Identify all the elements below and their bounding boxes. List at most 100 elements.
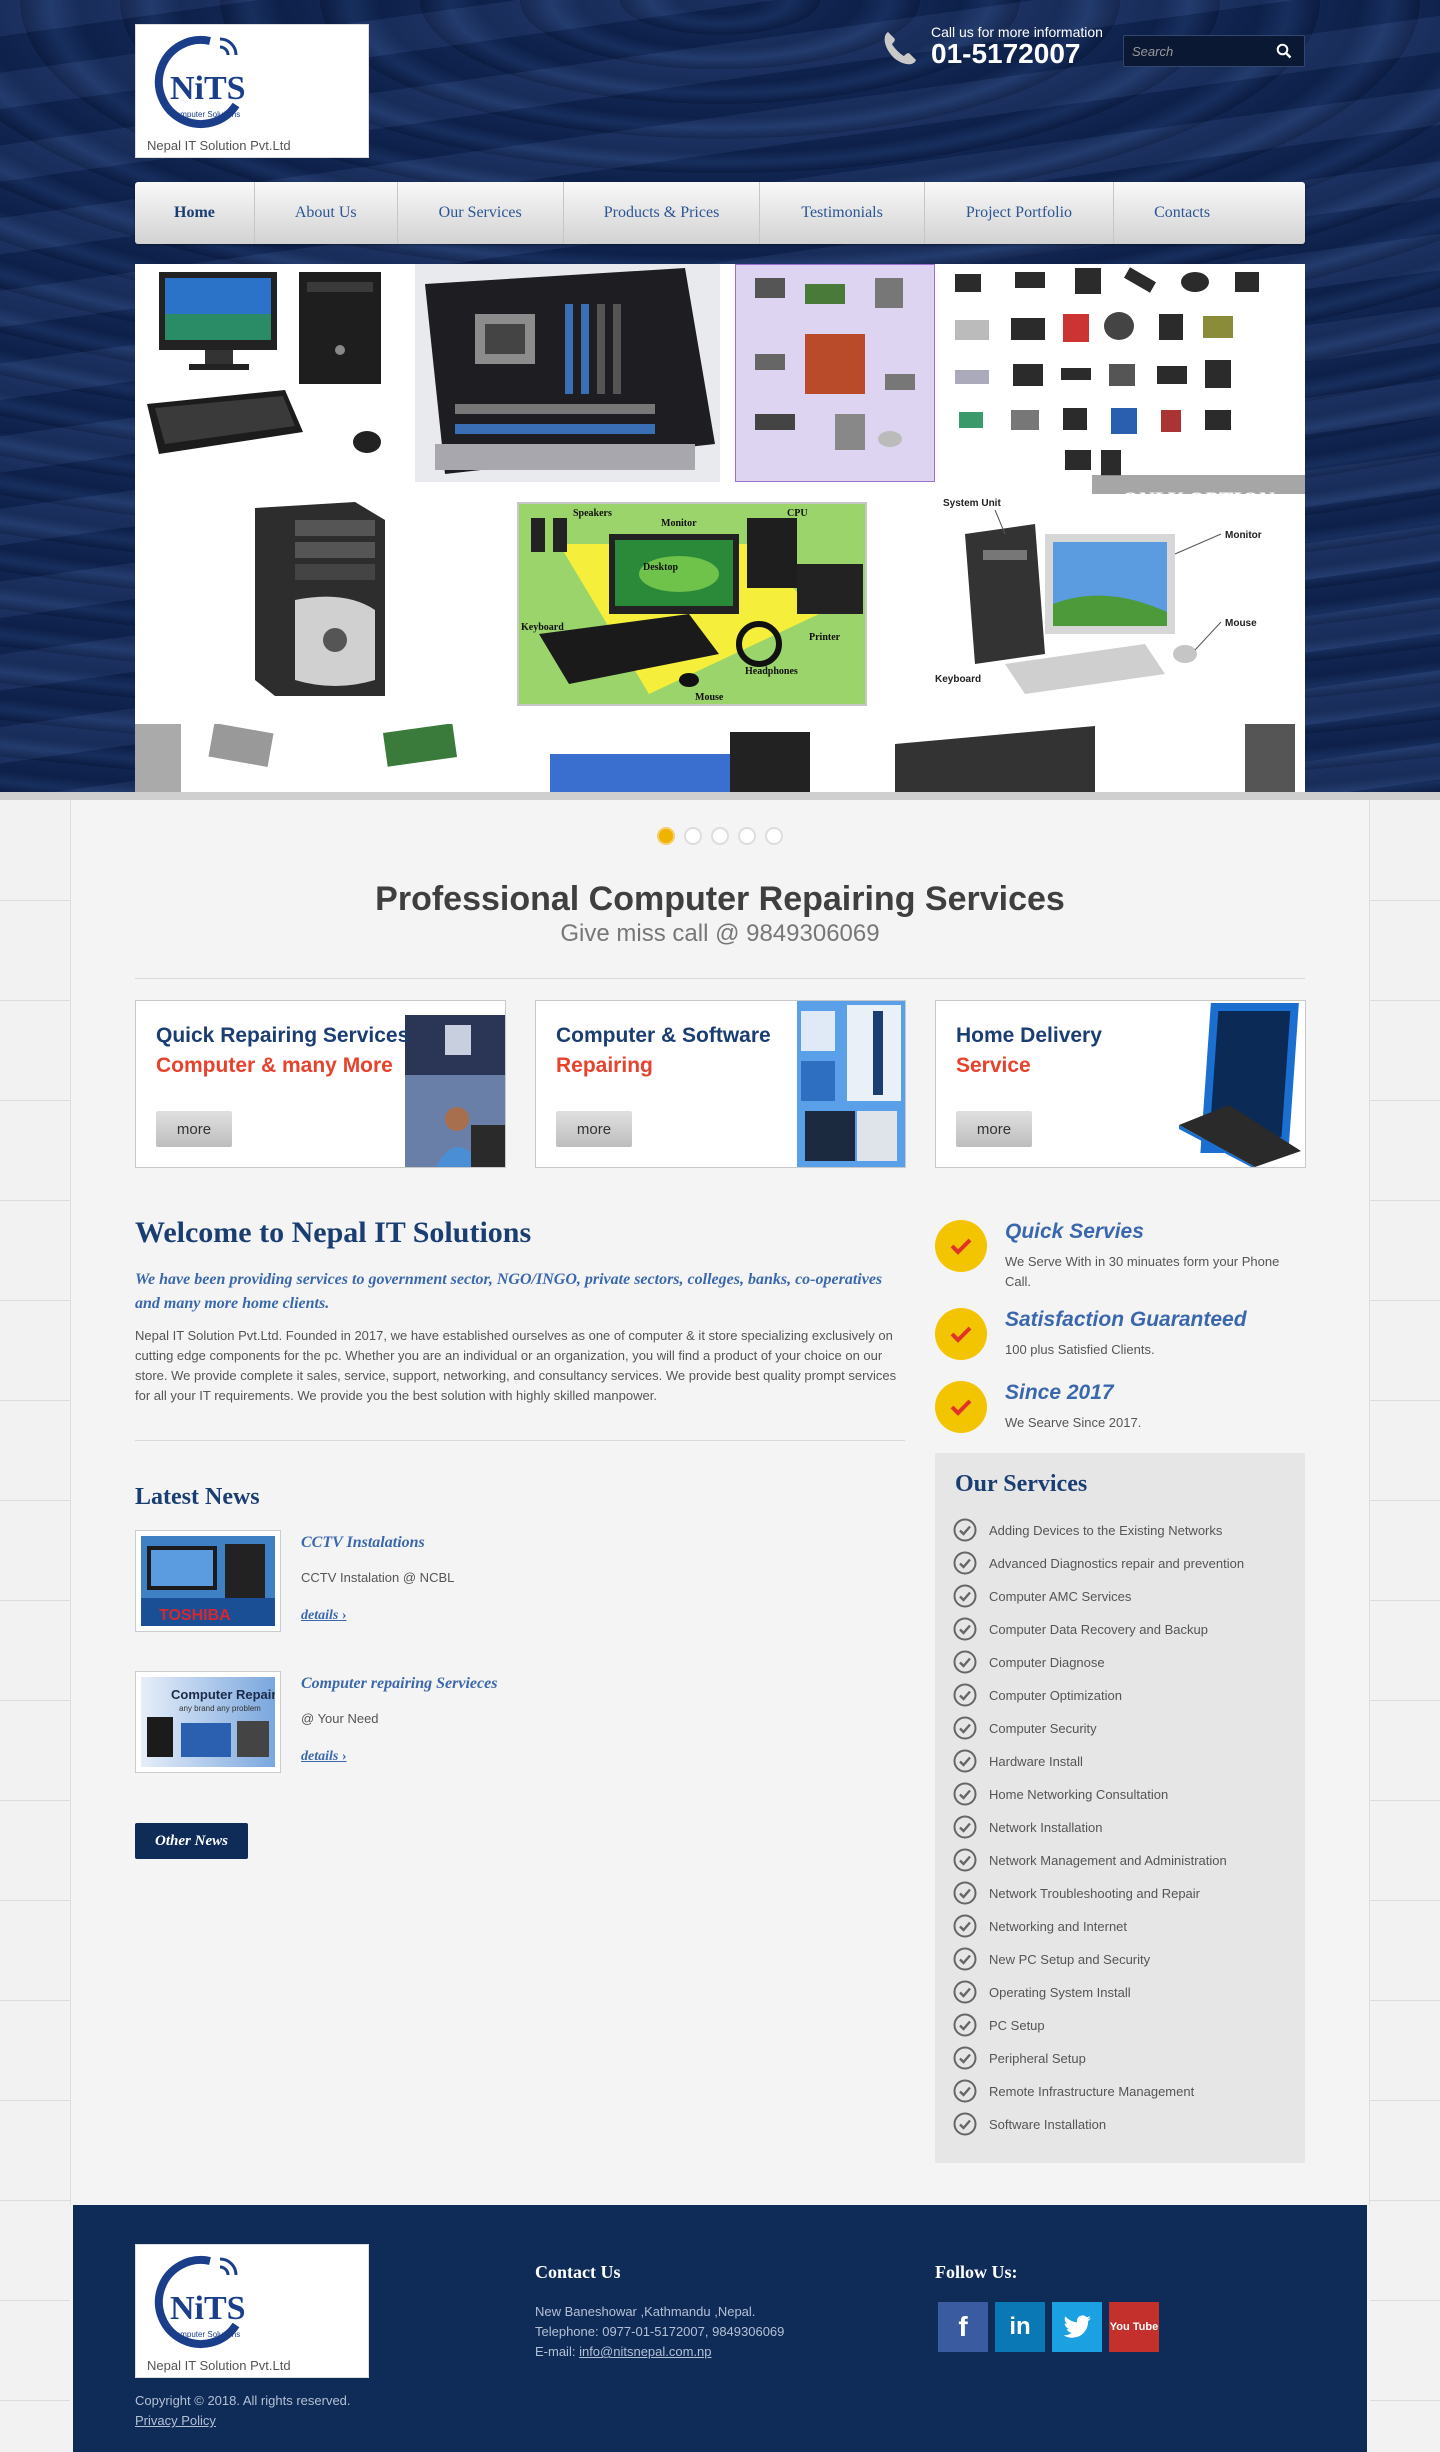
service-label: Networking and Internet	[989, 1918, 1128, 1934]
feature-subtitle: Repairing	[556, 1054, 653, 1077]
news-headline[interactable]: CCTV Instalations	[301, 1534, 425, 1552]
more-button[interactable]: more	[956, 1111, 1032, 1147]
grid-line	[1370, 2300, 1440, 2301]
check-circle-icon	[953, 1947, 977, 1971]
desktop-set-image	[147, 272, 381, 454]
grid-line	[0, 2200, 70, 2201]
check-badge-icon	[935, 1220, 987, 1272]
svg-text:Mouse: Mouse	[695, 692, 724, 703]
service-item[interactable]: Computer Optimization	[953, 1682, 1122, 1708]
pc-parts-diagram: Speakers Monitor CPU Desktop Keyboard Pr…	[517, 502, 867, 706]
service-label: Computer Diagnose	[989, 1654, 1105, 1670]
service-item[interactable]: Remote Infrastructure Management	[953, 2078, 1194, 2104]
slider-dot-5[interactable]	[765, 827, 783, 845]
service-label: Adding Devices to the Existing Networks	[989, 1522, 1223, 1538]
slider-dot-3[interactable]	[711, 827, 729, 845]
search-input[interactable]	[1132, 36, 1262, 66]
service-item[interactable]: Networking and Internet	[953, 1913, 1127, 1939]
divider	[135, 1440, 905, 1441]
main-nav: Home About Us Our Services Products & Pr…	[135, 182, 1305, 244]
footer-logo[interactable]: NiTS Computer Solutions Nepal IT Solutio…	[135, 2244, 369, 2378]
grid-line	[0, 1600, 70, 1601]
news-summary: @ Your Need	[301, 1711, 379, 1726]
service-label: Advanced Diagnostics repair and preventi…	[989, 1555, 1245, 1571]
contact-telephone: Telephone: 0977-01-5172007, 9849306069	[535, 2324, 785, 2339]
service-label: Software Installation	[989, 2116, 1107, 2132]
check-circle-icon	[953, 1584, 977, 1608]
service-item[interactable]: New PC Setup and Security	[953, 1946, 1150, 1972]
svg-text:Printer: Printer	[809, 632, 841, 643]
service-item[interactable]: Computer Diagnose	[953, 1649, 1105, 1675]
check-circle-icon	[953, 1650, 977, 1674]
welcome-body: Nepal IT Solution Pvt.Ltd. Founded in 20…	[135, 1328, 897, 1403]
nav-item-testimonials[interactable]: Testimonials	[760, 182, 925, 244]
grid-line	[1370, 1200, 1440, 1201]
service-item[interactable]: Hardware Install	[953, 1748, 1083, 1774]
call-number[interactable]: 01-5172007	[931, 38, 1080, 70]
components-chart-image	[735, 264, 935, 482]
service-item[interactable]: Computer Data Recovery and Backup	[953, 1616, 1208, 1642]
search-button[interactable]	[1264, 36, 1304, 66]
news-thumbnail[interactable]: TOSHIBA	[135, 1530, 281, 1632]
service-label: Network Management and Administration	[989, 1852, 1227, 1868]
tower-case-image	[255, 502, 385, 696]
service-item[interactable]: Operating System Install	[953, 1979, 1131, 2005]
news-thumbnail[interactable]: Computer Repair any brand any problem	[135, 1671, 281, 1773]
facebook-icon[interactable]: f	[938, 2302, 988, 2352]
grid-line	[0, 2000, 70, 2001]
laptop-image	[1179, 1003, 1301, 1167]
feature-title: Home Delivery	[956, 1024, 1102, 1047]
slider-dot-4[interactable]	[738, 827, 756, 845]
site-logo[interactable]: NiTS Computer Solutions Nepal IT Solutio…	[135, 24, 369, 158]
service-label: Peripheral Setup	[989, 2050, 1086, 2066]
nav-item-contacts[interactable]: Contacts	[1114, 182, 1250, 244]
news-details-link[interactable]: details ›	[301, 1749, 347, 1765]
service-item[interactable]: Computer AMC Services	[953, 1583, 1131, 1609]
nav-item-project-portfolio[interactable]: Project Portfolio	[925, 182, 1115, 244]
feature-title: Quick Repairing Services	[156, 1024, 410, 1047]
service-item[interactable]: Home Networking Consultation	[953, 1781, 1168, 1807]
grid-line	[0, 1300, 70, 1301]
service-item[interactable]: Network Management and Administration	[953, 1847, 1227, 1873]
service-item[interactable]: Peripheral Setup	[953, 2045, 1086, 2071]
service-item[interactable]: Adding Devices to the Existing Networks	[953, 1517, 1222, 1543]
service-item[interactable]: Network Installation	[953, 1814, 1102, 1840]
hero-slider[interactable]: ONLY OPTION Speakers Monitor CPU Desktop…	[135, 264, 1305, 792]
service-item[interactable]: Computer Security	[953, 1715, 1097, 1741]
svg-text:any brand any problem: any brand any problem	[179, 1704, 261, 1713]
nav-item-products-prices[interactable]: Products & Prices	[564, 182, 761, 244]
other-news-button[interactable]: Other News	[135, 1823, 248, 1859]
grid-line	[1370, 2200, 1440, 2201]
check-circle-icon	[953, 1848, 977, 1872]
grid-line	[1370, 1000, 1440, 1001]
slider-dot-1[interactable]	[657, 827, 675, 845]
feature-subtitle: Service	[956, 1054, 1031, 1077]
news-headline[interactable]: Computer repairing Servieces	[301, 1675, 497, 1693]
slider-dot-2[interactable]	[684, 827, 702, 845]
devices-grid-image	[935, 264, 1305, 482]
privacy-policy-link[interactable]: Privacy Policy	[135, 2411, 216, 2431]
email-link[interactable]: info@nitsnepal.com.np	[579, 2344, 711, 2359]
grid-line	[1370, 2000, 1440, 2001]
grid-line	[0, 1800, 70, 1801]
news-details-link[interactable]: details ›	[301, 1608, 347, 1624]
svg-text:Desktop: Desktop	[643, 562, 678, 573]
service-label: Computer Optimization	[989, 1687, 1122, 1703]
repair-thumbnail-image: Computer Repair any brand any problem	[141, 1677, 276, 1767]
check-circle-icon	[953, 2013, 977, 2037]
service-item[interactable]: Advanced Diagnostics repair and preventi…	[953, 1550, 1244, 1576]
nav-item-home[interactable]: Home	[135, 182, 255, 244]
twitter-icon[interactable]	[1052, 2302, 1102, 2352]
feature-subtitle: Computer & many More	[156, 1054, 393, 1077]
nav-item-our-services[interactable]: Our Services	[398, 182, 564, 244]
more-button[interactable]: more	[556, 1111, 632, 1147]
youtube-icon[interactable]: You Tube	[1109, 2302, 1159, 2352]
linkedin-icon[interactable]: in	[995, 2302, 1045, 2352]
more-button[interactable]: more	[156, 1111, 232, 1147]
service-item[interactable]: Network Troubleshooting and Repair	[953, 1880, 1200, 1906]
nav-item-about-us[interactable]: About Us	[255, 182, 398, 244]
grid-line	[0, 1000, 70, 1001]
service-item[interactable]: Software Installation	[953, 2111, 1106, 2137]
service-label: Computer AMC Services	[989, 1588, 1132, 1604]
service-item[interactable]: PC Setup	[953, 2012, 1045, 2038]
